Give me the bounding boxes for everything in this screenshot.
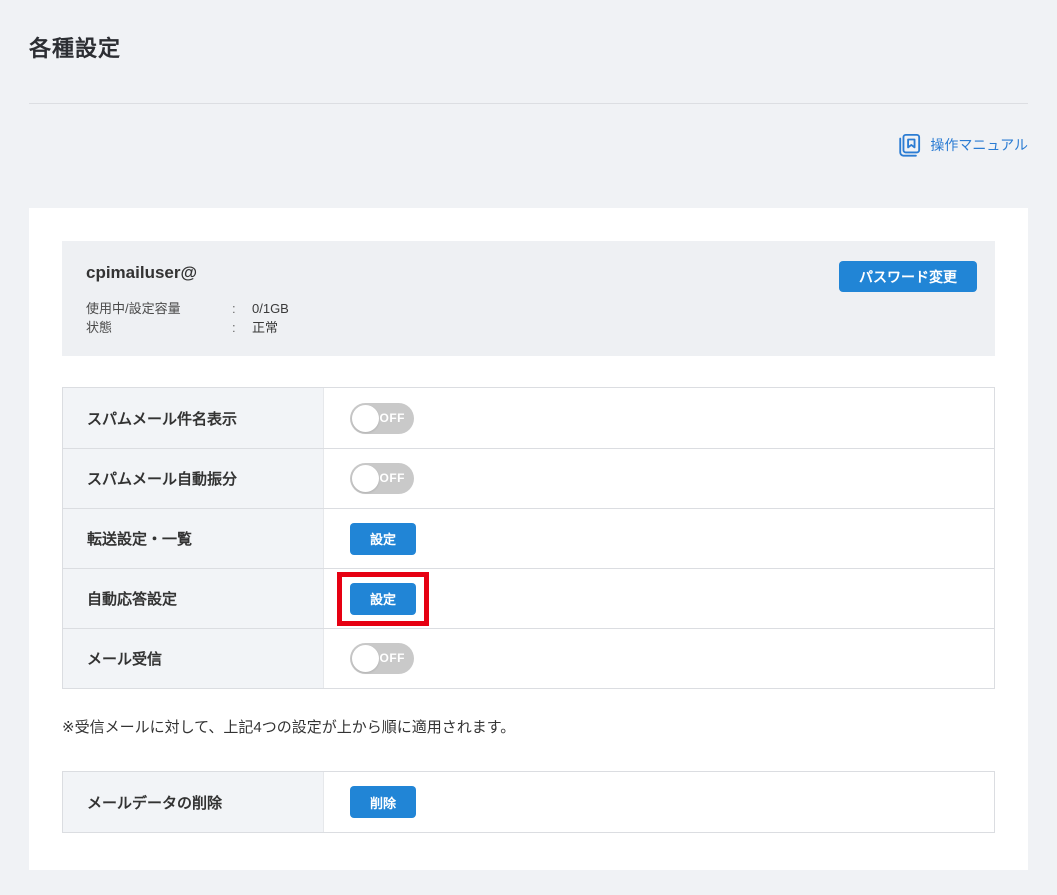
toggle-state-label: OFF	[380, 403, 406, 434]
setting-control-cell: 設定	[324, 509, 994, 568]
toggle-knob	[352, 645, 379, 672]
forwarding-settings-button[interactable]: 設定	[350, 523, 416, 555]
setting-label-cell: スパムメール自動振分	[63, 449, 324, 508]
setting-label: 転送設定・一覧	[87, 528, 192, 549]
auto-reply-settings-button[interactable]: 設定	[350, 583, 416, 615]
detail-separator: :	[232, 318, 242, 337]
setting-control-cell: OFF	[324, 388, 994, 448]
detail-value: 0/1GB	[252, 299, 289, 318]
toggle-state-label: OFF	[380, 463, 406, 494]
setting-row-spam-subject-display: スパムメール件名表示 OFF	[63, 388, 994, 448]
page: 各種設定 操作マニュアル cpimailuser@ 使用中/設定容量 : 0/1…	[29, 0, 1028, 870]
setting-label: スパムメール自動振分	[87, 468, 237, 489]
setting-row-mail-receive: メール受信 OFF	[63, 628, 994, 688]
account-detail-row: 使用中/設定容量 : 0/1GB	[86, 299, 971, 318]
account-detail-row: 状態 : 正常	[86, 318, 971, 337]
setting-label-cell: 転送設定・一覧	[63, 509, 324, 568]
mail-data-delete-button[interactable]: 削除	[350, 786, 416, 818]
detail-label: 使用中/設定容量	[86, 299, 232, 318]
setting-row-spam-auto-sort: スパムメール自動振分 OFF	[63, 448, 994, 508]
account-details: 使用中/設定容量 : 0/1GB 状態 : 正常	[86, 299, 971, 337]
manual-link-row: 操作マニュアル	[29, 130, 1028, 160]
manual-link-label: 操作マニュアル	[930, 135, 1028, 155]
setting-label: メールデータの削除	[87, 792, 222, 813]
setting-label-cell: メール受信	[63, 629, 324, 688]
setting-control-cell: 削除	[324, 772, 994, 832]
toggle-spam-auto-sort[interactable]: OFF	[350, 463, 414, 494]
divider	[29, 103, 1028, 104]
settings-note: ※受信メールに対して、上記4つの設定が上から順に適用されます。	[62, 718, 995, 738]
change-password-button[interactable]: パスワード変更	[839, 261, 977, 292]
manual-link[interactable]: 操作マニュアル	[897, 133, 1028, 158]
detail-value: 正常	[252, 318, 278, 337]
setting-row-mail-data-delete: メールデータの削除 削除	[63, 772, 994, 832]
detail-label: 状態	[86, 318, 232, 337]
setting-label: メール受信	[87, 648, 162, 669]
setting-control-cell: OFF	[324, 449, 994, 508]
setting-label: スパムメール件名表示	[87, 408, 237, 429]
toggle-spam-subject-display[interactable]: OFF	[350, 403, 414, 434]
setting-row-auto-reply-settings: 自動応答設定 設定	[63, 568, 994, 628]
setting-row-forwarding-settings: 転送設定・一覧 設定	[63, 508, 994, 568]
settings-table: スパムメール件名表示OFFスパムメール自動振分OFF転送設定・一覧設定自動応答設…	[62, 387, 995, 689]
settings-card: cpimailuser@ 使用中/設定容量 : 0/1GB 状態 : 正常 パス…	[29, 208, 1028, 870]
toggle-knob	[352, 405, 379, 432]
setting-label-cell: メールデータの削除	[63, 772, 324, 832]
setting-control-cell: OFF	[324, 629, 994, 688]
setting-label-cell: 自動応答設定	[63, 569, 324, 628]
setting-label-cell: スパムメール件名表示	[63, 388, 324, 448]
toggle-mail-receive[interactable]: OFF	[350, 643, 414, 674]
toggle-state-label: OFF	[380, 643, 406, 674]
manual-book-icon	[897, 133, 921, 158]
account-info-box: cpimailuser@ 使用中/設定容量 : 0/1GB 状態 : 正常 パス…	[62, 241, 995, 356]
page-title: 各種設定	[29, 0, 1028, 63]
detail-separator: :	[232, 299, 242, 318]
setting-label: 自動応答設定	[87, 588, 177, 609]
highlight-red-box: 設定	[337, 572, 429, 626]
toggle-knob	[352, 465, 379, 492]
delete-table: メールデータの削除 削除	[62, 771, 995, 833]
setting-control-cell: 設定	[324, 569, 994, 628]
